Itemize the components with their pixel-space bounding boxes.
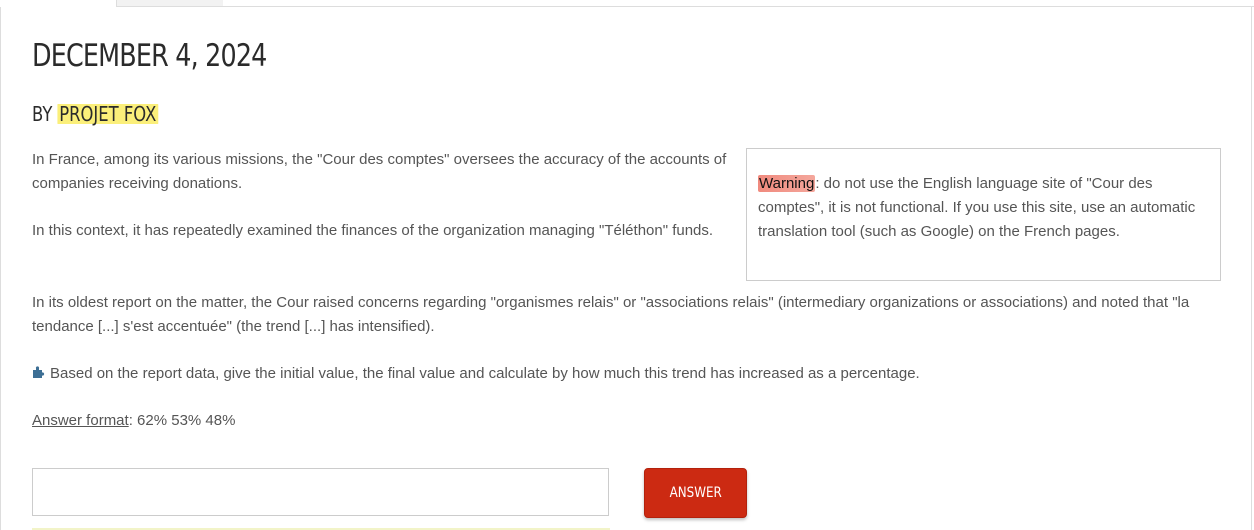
answer-input[interactable] bbox=[32, 468, 609, 516]
warning-text: : do not use the English language site o… bbox=[758, 175, 1196, 240]
byline-prefix: BY bbox=[32, 102, 53, 126]
tab-active[interactable] bbox=[0, 0, 117, 7]
question-text: Based on the report data, give the initi… bbox=[50, 365, 920, 382]
puzzle-icon bbox=[32, 363, 46, 378]
answer-button-label: ANSWER bbox=[669, 485, 722, 501]
tab-bar bbox=[0, 0, 1254, 7]
report-paragraph: In its oldest report on the matter, the … bbox=[32, 294, 1190, 335]
page-title: DECEMBER 4, 2024 bbox=[32, 38, 267, 74]
warning-label: Warning bbox=[758, 175, 816, 192]
byline: BY PROJET FOX bbox=[32, 102, 159, 126]
context-paragraph: In this context, it has repeatedly exami… bbox=[32, 222, 714, 239]
intro-paragraph: In France, among its various missions, t… bbox=[32, 151, 727, 192]
question-paragraph: Based on the report data, give the initi… bbox=[32, 362, 1232, 386]
answer-button[interactable]: ANSWER bbox=[644, 468, 747, 518]
author-name: PROJET FOX bbox=[57, 102, 159, 126]
warning-box: Warning: do not use the English language… bbox=[746, 148, 1221, 281]
answer-format-label: Answer format bbox=[32, 412, 129, 429]
answer-format: Answer format: 62% 53% 48% bbox=[32, 409, 632, 433]
answer-format-value: : 62% 53% 48% bbox=[128, 412, 236, 429]
